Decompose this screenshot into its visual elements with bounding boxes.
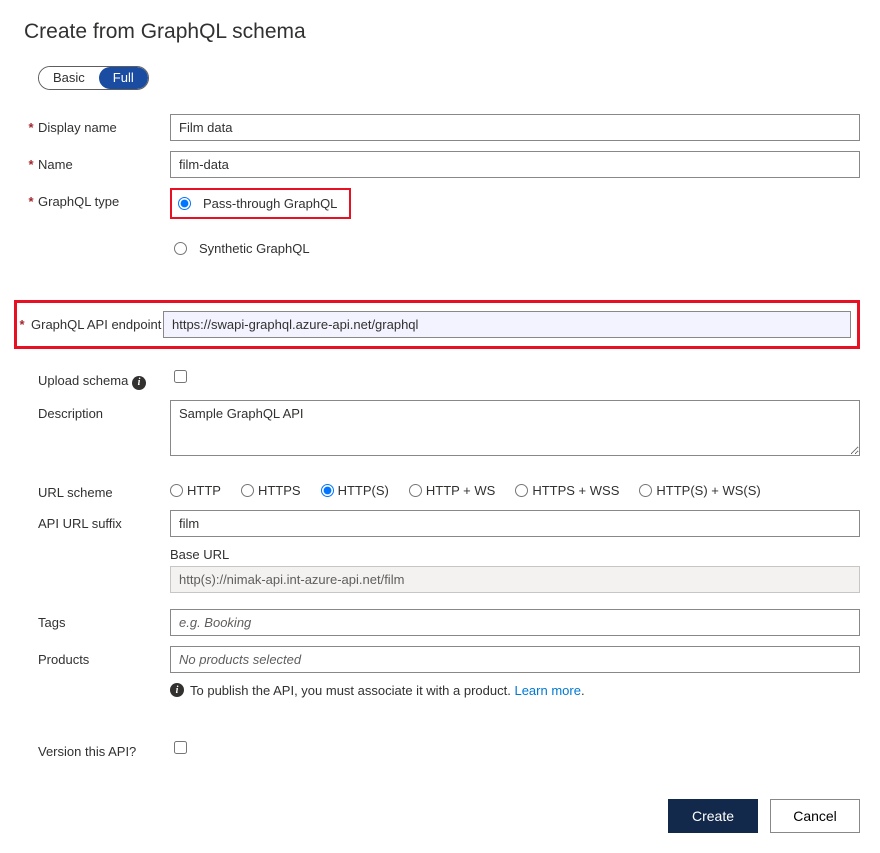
required-asterisk: * bbox=[24, 188, 38, 209]
row-tags: Tags bbox=[24, 609, 860, 636]
name-input[interactable] bbox=[170, 151, 860, 178]
upload-schema-checkbox[interactable] bbox=[174, 370, 187, 383]
label-base-url: Base URL bbox=[170, 547, 860, 562]
label-products: Products bbox=[38, 646, 170, 667]
info-icon[interactable]: i bbox=[132, 376, 146, 390]
label-name: Name bbox=[38, 151, 170, 172]
version-api-checkbox[interactable] bbox=[174, 741, 187, 754]
required-asterisk: * bbox=[24, 151, 38, 172]
label-api-url-suffix: API URL suffix bbox=[38, 510, 170, 531]
row-graphql-endpoint: * GraphQL API endpoint bbox=[14, 300, 860, 349]
label-url-scheme: URL scheme bbox=[38, 479, 170, 500]
description-input[interactable]: Sample GraphQL API bbox=[170, 400, 860, 456]
base-url-display bbox=[170, 566, 860, 593]
required-asterisk: * bbox=[17, 311, 27, 332]
products-info: i To publish the API, you must associate… bbox=[170, 683, 860, 698]
publish-info-text: To publish the API, you must associate i… bbox=[190, 683, 511, 698]
cancel-button[interactable]: Cancel bbox=[770, 799, 860, 833]
footer-buttons: Create Cancel bbox=[24, 799, 860, 833]
page-title: Create from GraphQL schema bbox=[24, 20, 860, 44]
graphql-endpoint-input[interactable] bbox=[163, 311, 851, 338]
radio-http[interactable]: HTTP bbox=[170, 483, 221, 498]
required-asterisk: * bbox=[24, 114, 38, 135]
info-icon: i bbox=[170, 683, 184, 697]
label-display-name: Display name bbox=[38, 114, 170, 135]
radio-pass-through[interactable]: Pass-through GraphQL bbox=[174, 192, 343, 215]
row-name: * Name bbox=[24, 151, 860, 178]
radio-pass-through-label: Pass-through GraphQL bbox=[203, 196, 337, 211]
row-display-name: * Display name bbox=[24, 114, 860, 141]
learn-more-link[interactable]: Learn more bbox=[514, 683, 580, 698]
radio-synthetic-label: Synthetic GraphQL bbox=[199, 241, 310, 256]
row-version-api: Version this API? bbox=[24, 738, 860, 759]
radio-synthetic[interactable]: Synthetic GraphQL bbox=[170, 237, 860, 260]
label-version-api: Version this API? bbox=[38, 738, 170, 759]
radio-pass-through-input[interactable] bbox=[178, 197, 191, 210]
row-graphql-type: * GraphQL type Pass-through GraphQL Synt… bbox=[24, 188, 860, 260]
toggle-basic[interactable]: Basic bbox=[39, 67, 99, 89]
radio-synthetic-input[interactable] bbox=[174, 242, 187, 255]
radio-http-ws[interactable]: HTTP + WS bbox=[409, 483, 495, 498]
row-upload-schema: Upload schema i bbox=[24, 367, 860, 390]
radio-https[interactable]: HTTPS bbox=[241, 483, 301, 498]
display-name-input[interactable] bbox=[170, 114, 860, 141]
toggle-full[interactable]: Full bbox=[99, 67, 148, 89]
view-toggle[interactable]: Basic Full bbox=[38, 66, 149, 90]
radio-http-both-ws[interactable]: HTTP(S) + WS(S) bbox=[639, 483, 760, 498]
row-description: Description Sample GraphQL API bbox=[24, 400, 860, 459]
label-description: Description bbox=[38, 400, 170, 421]
products-input[interactable] bbox=[170, 646, 860, 673]
label-graphql-endpoint: GraphQL API endpoint bbox=[27, 311, 163, 332]
row-api-url-suffix: API URL suffix Base URL bbox=[24, 510, 860, 593]
label-upload-schema: Upload schema i bbox=[38, 367, 170, 390]
radio-https-wss[interactable]: HTTPS + WSS bbox=[515, 483, 619, 498]
row-url-scheme: URL scheme HTTP HTTPS HTTP(S) HTTP + WS … bbox=[24, 479, 860, 500]
label-graphql-type: GraphQL type bbox=[38, 188, 170, 209]
tags-input[interactable] bbox=[170, 609, 860, 636]
api-url-suffix-input[interactable] bbox=[170, 510, 860, 537]
create-button[interactable]: Create bbox=[668, 799, 758, 833]
radio-http-both[interactable]: HTTP(S) bbox=[321, 483, 389, 498]
row-products: Products i To publish the API, you must … bbox=[24, 646, 860, 698]
label-tags: Tags bbox=[38, 609, 170, 630]
